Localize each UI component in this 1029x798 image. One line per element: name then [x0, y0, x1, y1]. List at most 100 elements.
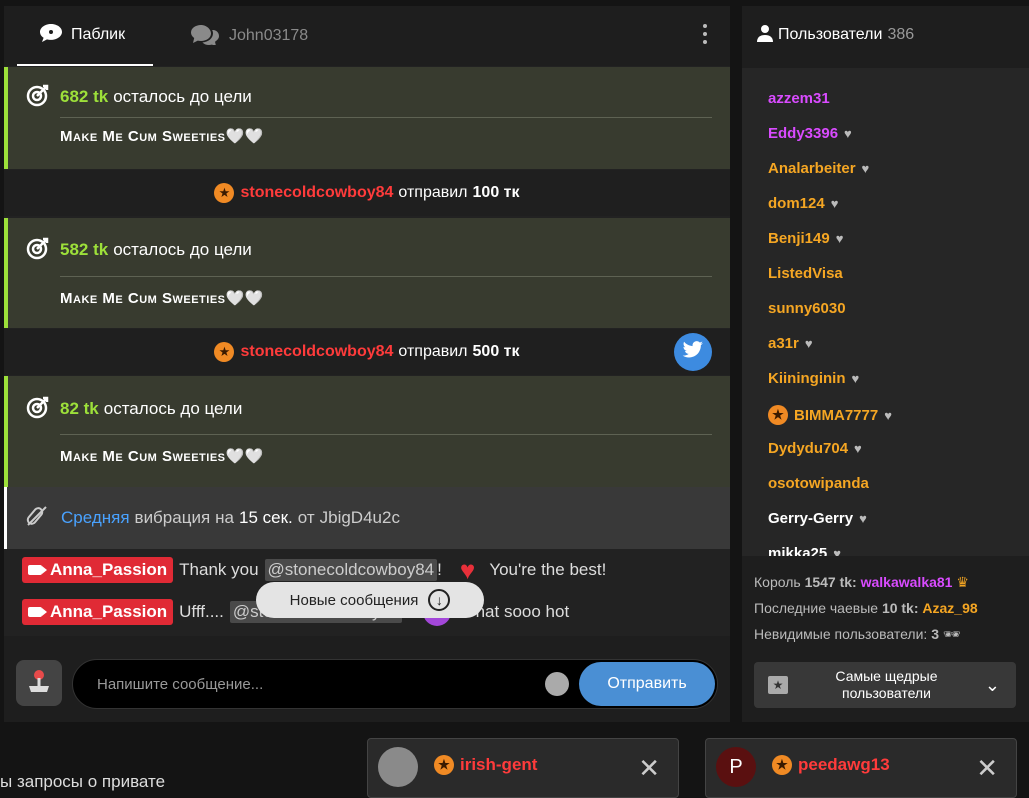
user-name: dom124 [768, 195, 825, 212]
user-list-item[interactable]: sunny6030 [768, 300, 846, 317]
goal-amount: 582 tk [60, 240, 109, 259]
goal-text: осталось до цели [113, 240, 252, 259]
user-name: Benji149 [768, 230, 830, 247]
heart-icon: ♥ [884, 407, 892, 423]
popup-user-name: irish-gent [460, 755, 538, 774]
user-list-item[interactable]: Dydydu704 ♥ [768, 440, 862, 457]
user-list-item[interactable]: a31r ♥ [768, 335, 813, 352]
user-popup[interactable]: ★ irish-gent ✕ [367, 738, 679, 798]
heart-icon: ♥ [844, 126, 852, 141]
vibration-level: Средняя [61, 508, 130, 527]
chat-panel: Паблик John03178 682 tk осталось до цели… [4, 6, 730, 722]
goal-subject: Make Me Cum Sweeties🤍🤍 [60, 290, 264, 307]
invisible-line: Невидимые пользователи: 3 🕶 [754, 626, 961, 643]
send-button[interactable]: Отправить [579, 662, 715, 706]
model-badge[interactable]: Anna_Passion [22, 557, 174, 583]
heart-icon: ♥ [859, 511, 867, 526]
king-line: Король 1547 tk: walkawalka81 ♛ [754, 574, 969, 591]
user-list-item[interactable]: azzem31 [768, 90, 830, 107]
tip-user[interactable]: stonecoldcowboy84 [240, 184, 393, 202]
user-name: Eddy3396 [768, 125, 839, 142]
king-user[interactable]: walkawalka81 [861, 574, 953, 590]
more-options-icon[interactable] [702, 24, 708, 48]
divider [60, 276, 712, 277]
heart-icon: ♥ [851, 371, 860, 386]
tab-private[interactable]: John03178 [189, 6, 308, 66]
camera-icon [28, 607, 47, 617]
heart-icon: ♥ [835, 231, 844, 246]
user-name: Kiininginin [768, 370, 846, 387]
tab-public[interactable]: Паблик [17, 6, 153, 66]
message-user: Anna_Passion [50, 602, 168, 621]
last-tip-user[interactable]: Azaz_98 [922, 600, 977, 616]
joystick-button[interactable] [16, 660, 62, 706]
user-list-item[interactable]: Gerry-Gerry ♥ [768, 510, 867, 527]
users-count: 386 [887, 26, 915, 43]
message-field: Отправить [72, 659, 718, 709]
star-icon: ★ [768, 405, 788, 425]
new-messages-label: Новые сообщения [289, 591, 419, 609]
close-icon[interactable]: ✕ [638, 753, 660, 784]
tab-public-label: Паблик [71, 26, 126, 43]
king-label: Король [754, 574, 801, 590]
goal-amount: 682 tk [60, 87, 109, 106]
user-list-item[interactable]: ★ BIMMA7777 ♥ [768, 405, 892, 425]
user-list-item[interactable]: Eddy3396 ♥ [768, 125, 852, 142]
goal-amount: 82 tk [60, 399, 99, 418]
tip-user[interactable]: stonecoldcowboy84 [240, 343, 393, 361]
user-name: Gerry-Gerry [768, 510, 854, 527]
message-input[interactable] [97, 660, 527, 708]
joystick-icon [26, 668, 52, 699]
emoji-icon[interactable] [545, 672, 569, 696]
user-name: Analarbeiter [768, 160, 856, 177]
users-panel: Пользователи 386 azzem31 Eddy3396 ♥ Analarb… [742, 6, 1029, 722]
vibration-from: от [297, 508, 315, 527]
vibration-user[interactable]: JbigD4u2c [320, 508, 400, 528]
goal-message: 82 tk осталось до цели Make Me Cum Sweet… [4, 376, 730, 487]
king-amount: 1547 tk: [804, 574, 857, 590]
input-bar: Отправить [4, 636, 730, 722]
target-icon [26, 236, 50, 265]
goal-message: 582 tk осталось до цели Make Me Cum Swee… [4, 218, 730, 328]
vibration-icon [25, 504, 49, 533]
new-messages-button[interactable]: Новые сообщения ↓ [256, 582, 484, 618]
avatar: P [716, 747, 756, 787]
avatar [378, 747, 418, 787]
user-list-item[interactable]: Analarbeiter ♥ [768, 160, 869, 177]
user-list-item[interactable]: Kiininginin ♥ [768, 370, 859, 387]
vibration-text: вибрация [134, 508, 211, 527]
user-name: BIMMA7777 [794, 406, 879, 424]
heart-icon: ♥ [854, 441, 862, 456]
star-icon: ★ [434, 755, 454, 775]
user-list-item[interactable]: ListedVisa [768, 265, 843, 282]
star-icon: ★ [214, 342, 235, 362]
chat-tabs: Паблик John03178 [4, 6, 730, 66]
spy-icon: 🕶 [942, 626, 961, 642]
star-icon: ★ [772, 755, 792, 775]
tip-message: ★ stonecoldcowboy84 отправил 500 тк [4, 329, 730, 375]
user-popup[interactable]: P ★ peedawg13 ✕ [705, 738, 1017, 798]
arrow-down-icon: ↓ [428, 589, 451, 611]
twitter-share-button[interactable] [674, 333, 712, 371]
trophy-icon: ★ [768, 676, 788, 694]
user-name: Dydydu704 [768, 440, 849, 457]
close-icon[interactable]: ✕ [976, 753, 998, 784]
model-badge[interactable]: Anna_Passion [22, 599, 174, 625]
divider [60, 434, 712, 435]
heart-icon: ♥ [804, 336, 813, 351]
generous-users-dropdown[interactable]: ★ Самые щедрые пользователи ⌄ [754, 662, 1016, 708]
heart-icon: ♥ [830, 196, 839, 211]
star-icon: ★ [214, 183, 235, 203]
mention[interactable]: @stonecoldcowboy84 [264, 559, 438, 581]
heart-emoji: ♥ [459, 554, 476, 585]
divider [60, 117, 712, 118]
last-tip-label: Последние чаевые [754, 600, 879, 616]
tab-private-label: John03178 [229, 27, 309, 44]
user-name: ListedVisa [768, 265, 843, 282]
user-list-item[interactable]: osotowipanda [768, 475, 869, 492]
user-list-item[interactable]: dom124 ♥ [768, 195, 838, 212]
chat-message: Anna_Passion Thank you @stonecoldcowboy8… [22, 555, 606, 585]
user-list-item[interactable]: mikka25 ♥ [768, 545, 841, 556]
tip-verb: отправил [398, 343, 468, 360]
user-list-item[interactable]: Benji149 ♥ [768, 230, 843, 247]
